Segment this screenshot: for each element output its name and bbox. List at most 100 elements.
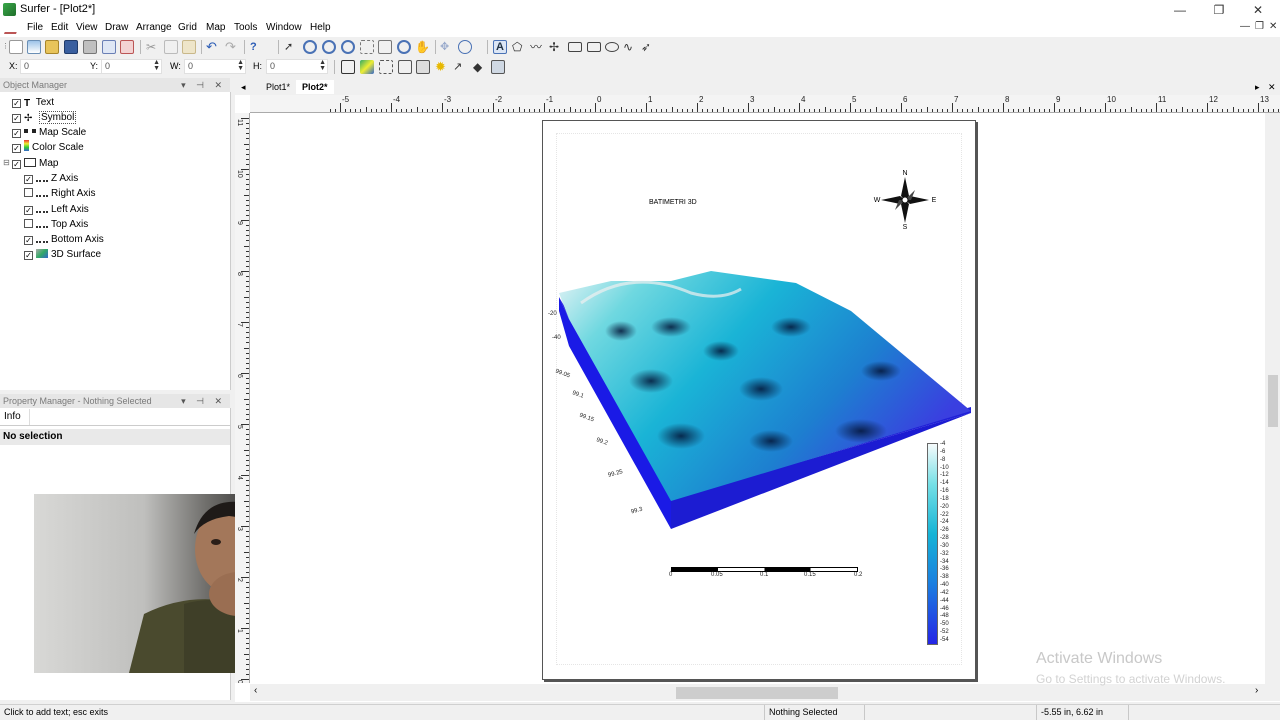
visibility-checkbox[interactable]: ✓: [24, 175, 33, 184]
mdi-close-button[interactable]: ✕: [1269, 21, 1277, 32]
reshape-tool-icon[interactable]: ➶: [641, 40, 655, 54]
minimize-button[interactable]: —: [1160, 0, 1200, 20]
axis-icon[interactable]: ↗: [453, 60, 467, 74]
cut-icon[interactable]: ✂: [146, 40, 160, 54]
open-icon[interactable]: [45, 40, 59, 54]
visibility-checkbox[interactable]: ✓: [12, 114, 21, 123]
zoom-in-icon[interactable]: [303, 40, 317, 54]
vertical-scroll-thumb[interactable]: [1268, 375, 1278, 427]
map-frame-icon[interactable]: [341, 60, 355, 74]
menu-arrange[interactable]: Arrange: [136, 22, 172, 33]
tree-item-right-axis[interactable]: Right Axis: [24, 186, 95, 201]
height-field[interactable]: 0 ▲ ▼: [266, 59, 328, 74]
rotate-icon[interactable]: [458, 40, 472, 54]
zoom-page-icon[interactable]: [360, 40, 374, 54]
symbol-tool-icon[interactable]: ✢: [549, 40, 563, 54]
menu-map[interactable]: Map: [206, 22, 225, 33]
y-spinner-icon[interactable]: ▲ ▼: [153, 59, 160, 72]
vertical-scrollbar[interactable]: [1265, 113, 1280, 684]
close-document-icon[interactable]: ✕: [1262, 80, 1280, 94]
visibility-checkbox[interactable]: ✓: [12, 129, 21, 138]
light-icon[interactable]: ✹: [435, 60, 449, 74]
list-icon[interactable]: [398, 60, 412, 74]
menu-file[interactable]: File: [27, 22, 43, 33]
horizontal-scroll-thumb[interactable]: [676, 687, 838, 699]
page-setup-icon[interactable]: [120, 40, 134, 54]
menu-grid[interactable]: Grid: [178, 22, 197, 33]
tree-item-left-axis[interactable]: ✓ Left Axis: [24, 202, 89, 217]
new-worksheet-icon[interactable]: [27, 40, 41, 54]
menu-edit[interactable]: Edit: [51, 22, 68, 33]
map-collapse-icon[interactable]: ⊟: [3, 158, 10, 167]
visibility-checkbox[interactable]: ✓: [12, 144, 21, 153]
visibility-checkbox[interactable]: ✓: [12, 99, 21, 108]
rounded-rectangle-tool-icon[interactable]: [587, 42, 601, 52]
text-tool-icon[interactable]: A: [493, 40, 507, 54]
paste-icon[interactable]: [182, 40, 196, 54]
undo-icon[interactable]: ↶: [206, 40, 220, 54]
help-icon[interactable]: ?: [250, 40, 264, 54]
tree-item-bottom-axis[interactable]: ✓ Bottom Axis: [24, 232, 104, 247]
color-map-icon[interactable]: [360, 60, 374, 74]
tab-plot1[interactable]: Plot1*: [260, 80, 296, 94]
horizontal-scrollbar[interactable]: ‹ ›: [250, 684, 1280, 701]
y-position-field[interactable]: 0 ▲ ▼: [101, 59, 162, 74]
visibility-checkbox[interactable]: ✓: [12, 160, 21, 169]
tree-item-map-scale[interactable]: ✓ Map Scale: [12, 125, 86, 140]
zoom-out-icon[interactable]: [322, 40, 336, 54]
print-preview-icon[interactable]: [102, 40, 116, 54]
trackball-icon[interactable]: ✥: [440, 40, 454, 54]
select-all-icon[interactable]: [379, 60, 393, 74]
width-field[interactable]: 0 ▲ ▼: [184, 59, 246, 74]
polyline-tool-icon[interactable]: 〰: [530, 40, 544, 54]
height-spinner-icon[interactable]: ▲ ▼: [319, 59, 326, 72]
property-manager-controls[interactable]: ▾ ⊣ ✕: [181, 394, 226, 408]
menu-view[interactable]: View: [76, 22, 98, 33]
visibility-checkbox[interactable]: [24, 188, 33, 197]
tab-scroll-left-icon[interactable]: ◂: [235, 80, 252, 94]
tree-item-map[interactable]: ✓ Map: [12, 156, 58, 171]
polygon-tool-icon[interactable]: ⬠: [512, 40, 526, 54]
mdi-restore-button[interactable]: ❐: [1255, 21, 1264, 32]
visibility-checkbox[interactable]: ✓: [24, 236, 33, 245]
tab-info[interactable]: Info: [0, 409, 30, 425]
select-arrow-icon[interactable]: ➚: [284, 40, 298, 54]
width-spinner-icon[interactable]: ▲ ▼: [237, 59, 244, 72]
tree-item-3d-surface[interactable]: ✓ 3D Surface: [24, 247, 101, 262]
visibility-checkbox[interactable]: ✓: [24, 251, 33, 260]
menu-window[interactable]: Window: [266, 22, 302, 33]
close-button[interactable]: ✕: [1238, 0, 1278, 20]
tree-item-z-axis[interactable]: ✓ Z Axis: [24, 171, 78, 186]
scroll-left-icon[interactable]: ‹: [254, 685, 257, 696]
tree-item-color-scale[interactable]: ✓ Color Scale: [12, 140, 84, 155]
print-icon[interactable]: [83, 40, 97, 54]
save-icon[interactable]: [64, 40, 78, 54]
document-menu-icon[interactable]: [3, 23, 21, 34]
ellipse-tool-icon[interactable]: [605, 42, 619, 52]
zoom-selected-icon[interactable]: [397, 40, 411, 54]
visibility-checkbox[interactable]: ✓: [24, 206, 33, 215]
restore-button[interactable]: ❐: [1199, 0, 1239, 20]
rectangle-tool-icon[interactable]: [568, 42, 582, 52]
image-icon[interactable]: [416, 60, 430, 74]
copy-icon[interactable]: [164, 40, 178, 54]
menu-help[interactable]: Help: [310, 22, 331, 33]
layer-icon[interactable]: [491, 60, 505, 74]
object-manager-controls[interactable]: ▾ ⊣ ✕: [181, 78, 226, 92]
menu-draw[interactable]: Draw: [105, 22, 128, 33]
new-plot-icon[interactable]: [9, 40, 23, 54]
visibility-checkbox[interactable]: [24, 219, 33, 228]
scroll-right-icon[interactable]: ›: [1255, 685, 1258, 696]
mdi-minimize-button[interactable]: —: [1240, 21, 1250, 32]
redo-icon[interactable]: ↷: [225, 40, 239, 54]
zoom-rectangle-icon[interactable]: [341, 40, 355, 54]
tree-item-symbol[interactable]: ✓ ✢ Symbol: [12, 110, 77, 125]
menu-tools[interactable]: Tools: [234, 22, 257, 33]
tree-item-top-axis[interactable]: Top Axis: [24, 217, 88, 232]
spline-tool-icon[interactable]: ∿: [623, 40, 637, 54]
diamond-icon[interactable]: ◆: [473, 60, 487, 74]
tab-plot2[interactable]: Plot2*: [296, 80, 334, 94]
tree-item-text[interactable]: ✓ T Text: [12, 95, 54, 110]
pan-hand-icon[interactable]: ✋: [415, 40, 430, 54]
zoom-fit-icon[interactable]: [378, 40, 392, 54]
